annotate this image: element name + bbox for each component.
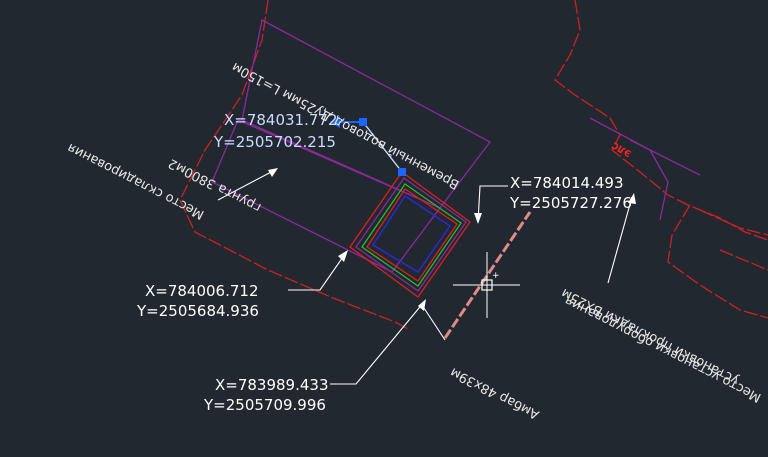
coord-label-3-y: Y=2505684.936: [136, 302, 259, 320]
cad-drawing-canvas[interactable]: X=784031.772 Y=2505702.215 X=784014.493 …: [0, 0, 768, 457]
coord-label-2-x: X=784014.493: [510, 174, 624, 192]
coord-label-2-y: Y=2505727.276: [509, 194, 632, 212]
svg-text:+: +: [492, 271, 500, 281]
grip-end[interactable]: [398, 168, 406, 176]
coord-label-4-y: Y=2505709.996: [203, 396, 326, 414]
coord-label-3-x: X=784006.712: [145, 282, 259, 300]
coord-label-4-x: X=783989.433: [215, 376, 329, 394]
coord-label-1-y: Y=2505702.215: [213, 133, 336, 151]
